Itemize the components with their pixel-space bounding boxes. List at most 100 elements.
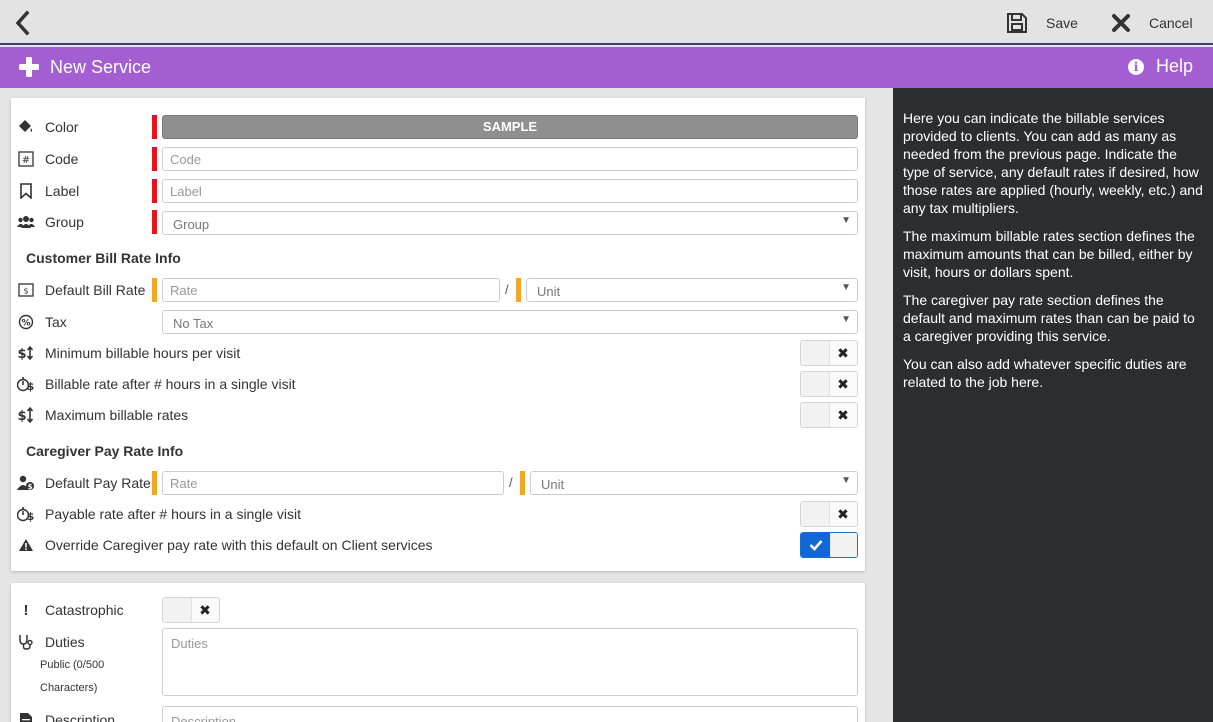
- catastrophic-label: Catastrophic: [45, 602, 124, 618]
- cancel-button[interactable]: Cancel: [1111, 10, 1193, 36]
- code-input[interactable]: Code: [162, 147, 858, 171]
- document-icon: [17, 711, 35, 722]
- save-button[interactable]: Save: [1006, 10, 1078, 36]
- recommended-indicator: [152, 278, 157, 302]
- users-icon: [17, 213, 35, 231]
- max-billable-rates-toggle[interactable]: ✖: [800, 402, 858, 428]
- duties-textarea[interactable]: Duties: [162, 628, 858, 696]
- customer-bill-rate-heading: Customer Bill Rate Info: [26, 250, 181, 266]
- additional-info-card: ! Catastrophic ✖ Duties Public (0/500 Ch…: [11, 583, 865, 722]
- plus-icon: [19, 57, 39, 77]
- dropdown-arrow-icon: ▼: [841, 215, 851, 226]
- description-row: Description Description: [11, 706, 865, 722]
- min-billable-hours-toggle[interactable]: ✖: [800, 340, 858, 366]
- pay-rate-unit-select[interactable]: Unit ▼: [530, 471, 858, 495]
- separator: /: [505, 282, 509, 297]
- default-bill-rate-row: $ Default Bill Rate Rate / Unit ▼: [11, 277, 865, 303]
- help-paragraph: The maximum billable rates section defin…: [903, 228, 1195, 280]
- bill-icon: $: [17, 281, 35, 299]
- label-row: Label Label: [11, 178, 865, 204]
- toggle-knob: [163, 598, 192, 622]
- dropdown-arrow-icon: ▼: [841, 475, 851, 486]
- page-header: New Service i Help: [0, 47, 1213, 88]
- recommended-indicator: [516, 278, 521, 302]
- svg-text:$: $: [17, 347, 26, 361]
- toggle-knob: [801, 502, 830, 526]
- toggle-knob: [801, 341, 830, 365]
- duties-row: Duties Public (0/500 Characters) Duties: [11, 628, 865, 699]
- help-paragraph: You can also add whatever specific dutie…: [903, 356, 1187, 390]
- svg-text:#: #: [22, 155, 30, 166]
- max-billable-rates-row: $ Maximum billable rates ✖: [11, 402, 865, 428]
- user-dollar-icon: $: [17, 474, 35, 492]
- tax-select-value: No Tax: [173, 316, 214, 331]
- min-billable-hours-row: $ Minimum billable hours per visit ✖: [11, 340, 865, 366]
- help-panel: Here you can indicate the billable servi…: [893, 88, 1213, 722]
- svg-text:$: $: [28, 483, 33, 491]
- stopwatch-dollar-icon: $: [17, 505, 35, 523]
- label-input[interactable]: Label: [162, 179, 858, 203]
- toggle-knob: [830, 533, 857, 557]
- default-bill-rate-label: Default Bill Rate: [45, 282, 146, 298]
- group-label: Group: [45, 214, 84, 230]
- group-select-value: Group: [173, 217, 210, 232]
- min-billable-hours-label: Minimum billable hours per visit: [45, 345, 241, 361]
- bill-rate-input[interactable]: Rate: [162, 278, 500, 302]
- color-label: Color: [45, 119, 79, 135]
- dropdown-arrow-icon: ▼: [841, 282, 851, 293]
- toggle-knob: [801, 403, 830, 427]
- description-label: Description: [45, 712, 116, 722]
- hashtag-icon: #: [17, 150, 35, 168]
- payable-rate-after-toggle[interactable]: ✖: [800, 501, 858, 527]
- group-row: Group Group ▼: [11, 209, 865, 235]
- svg-text:$: $: [27, 380, 35, 392]
- character-counter: Public (0/500: [40, 659, 105, 671]
- service-form-card: Color SAMPLE # Code Code Label Label Gro…: [11, 98, 865, 571]
- description-textarea[interactable]: Description: [162, 706, 858, 722]
- help-paragraph: Here you can indicate the billable servi…: [903, 110, 1203, 216]
- recommended-indicator: [152, 471, 157, 495]
- paint-bucket-icon: [17, 118, 35, 136]
- dollar-sort-icon: $: [17, 344, 35, 362]
- duties-label: Duties: [45, 634, 85, 650]
- code-row: # Code Code: [11, 146, 865, 172]
- svg-text:$: $: [23, 287, 28, 296]
- separator: /: [509, 475, 513, 490]
- tax-row: % Tax No Tax ▼: [11, 309, 865, 335]
- group-select[interactable]: Group ▼: [162, 211, 858, 235]
- default-pay-rate-label: Default Pay Rate: [45, 475, 151, 491]
- stethoscope-icon: [17, 633, 35, 651]
- override-pay-rate-toggle[interactable]: [800, 532, 858, 558]
- override-pay-rate-label: Override Caregiver pay rate with this de…: [45, 537, 433, 553]
- recommended-indicator: [520, 471, 525, 495]
- catastrophic-toggle[interactable]: ✖: [162, 597, 220, 623]
- close-icon: [1112, 14, 1130, 32]
- required-indicator: [152, 210, 157, 234]
- default-pay-rate-row: $ Default Pay Rate Rate / Unit ▼: [11, 470, 865, 496]
- stopwatch-dollar-icon: $: [17, 375, 35, 393]
- top-toolbar: Save Cancel: [0, 0, 1213, 45]
- close-icon: ✖: [837, 344, 849, 361]
- override-pay-rate-row: Override Caregiver pay rate with this de…: [11, 532, 865, 558]
- close-icon: ✖: [837, 505, 849, 522]
- close-icon: ✖: [837, 406, 849, 423]
- page-title: New Service: [50, 57, 152, 77]
- bill-rate-unit-select[interactable]: Unit ▼: [526, 278, 858, 302]
- billable-rate-after-row: $ Billable rate after # hours in a singl…: [11, 371, 865, 397]
- chevron-left-icon: [15, 10, 30, 36]
- help-button[interactable]: i Help: [1128, 56, 1193, 77]
- required-indicator: [152, 115, 157, 139]
- close-icon: ✖: [837, 375, 849, 392]
- required-indicator: [152, 147, 157, 171]
- dollar-arrows-icon: $: [17, 406, 35, 424]
- close-icon: ✖: [199, 601, 211, 618]
- color-picker[interactable]: SAMPLE: [162, 115, 858, 139]
- billable-rate-after-toggle[interactable]: ✖: [800, 371, 858, 397]
- pay-rate-input[interactable]: Rate: [162, 471, 504, 495]
- back-button[interactable]: [12, 10, 36, 36]
- floppy-disk-icon: [1007, 13, 1027, 33]
- label-label: Label: [45, 183, 80, 199]
- tax-select[interactable]: No Tax ▼: [162, 310, 858, 334]
- save-label: Save: [1046, 15, 1078, 31]
- caregiver-pay-rate-heading: Caregiver Pay Rate Info: [26, 443, 184, 459]
